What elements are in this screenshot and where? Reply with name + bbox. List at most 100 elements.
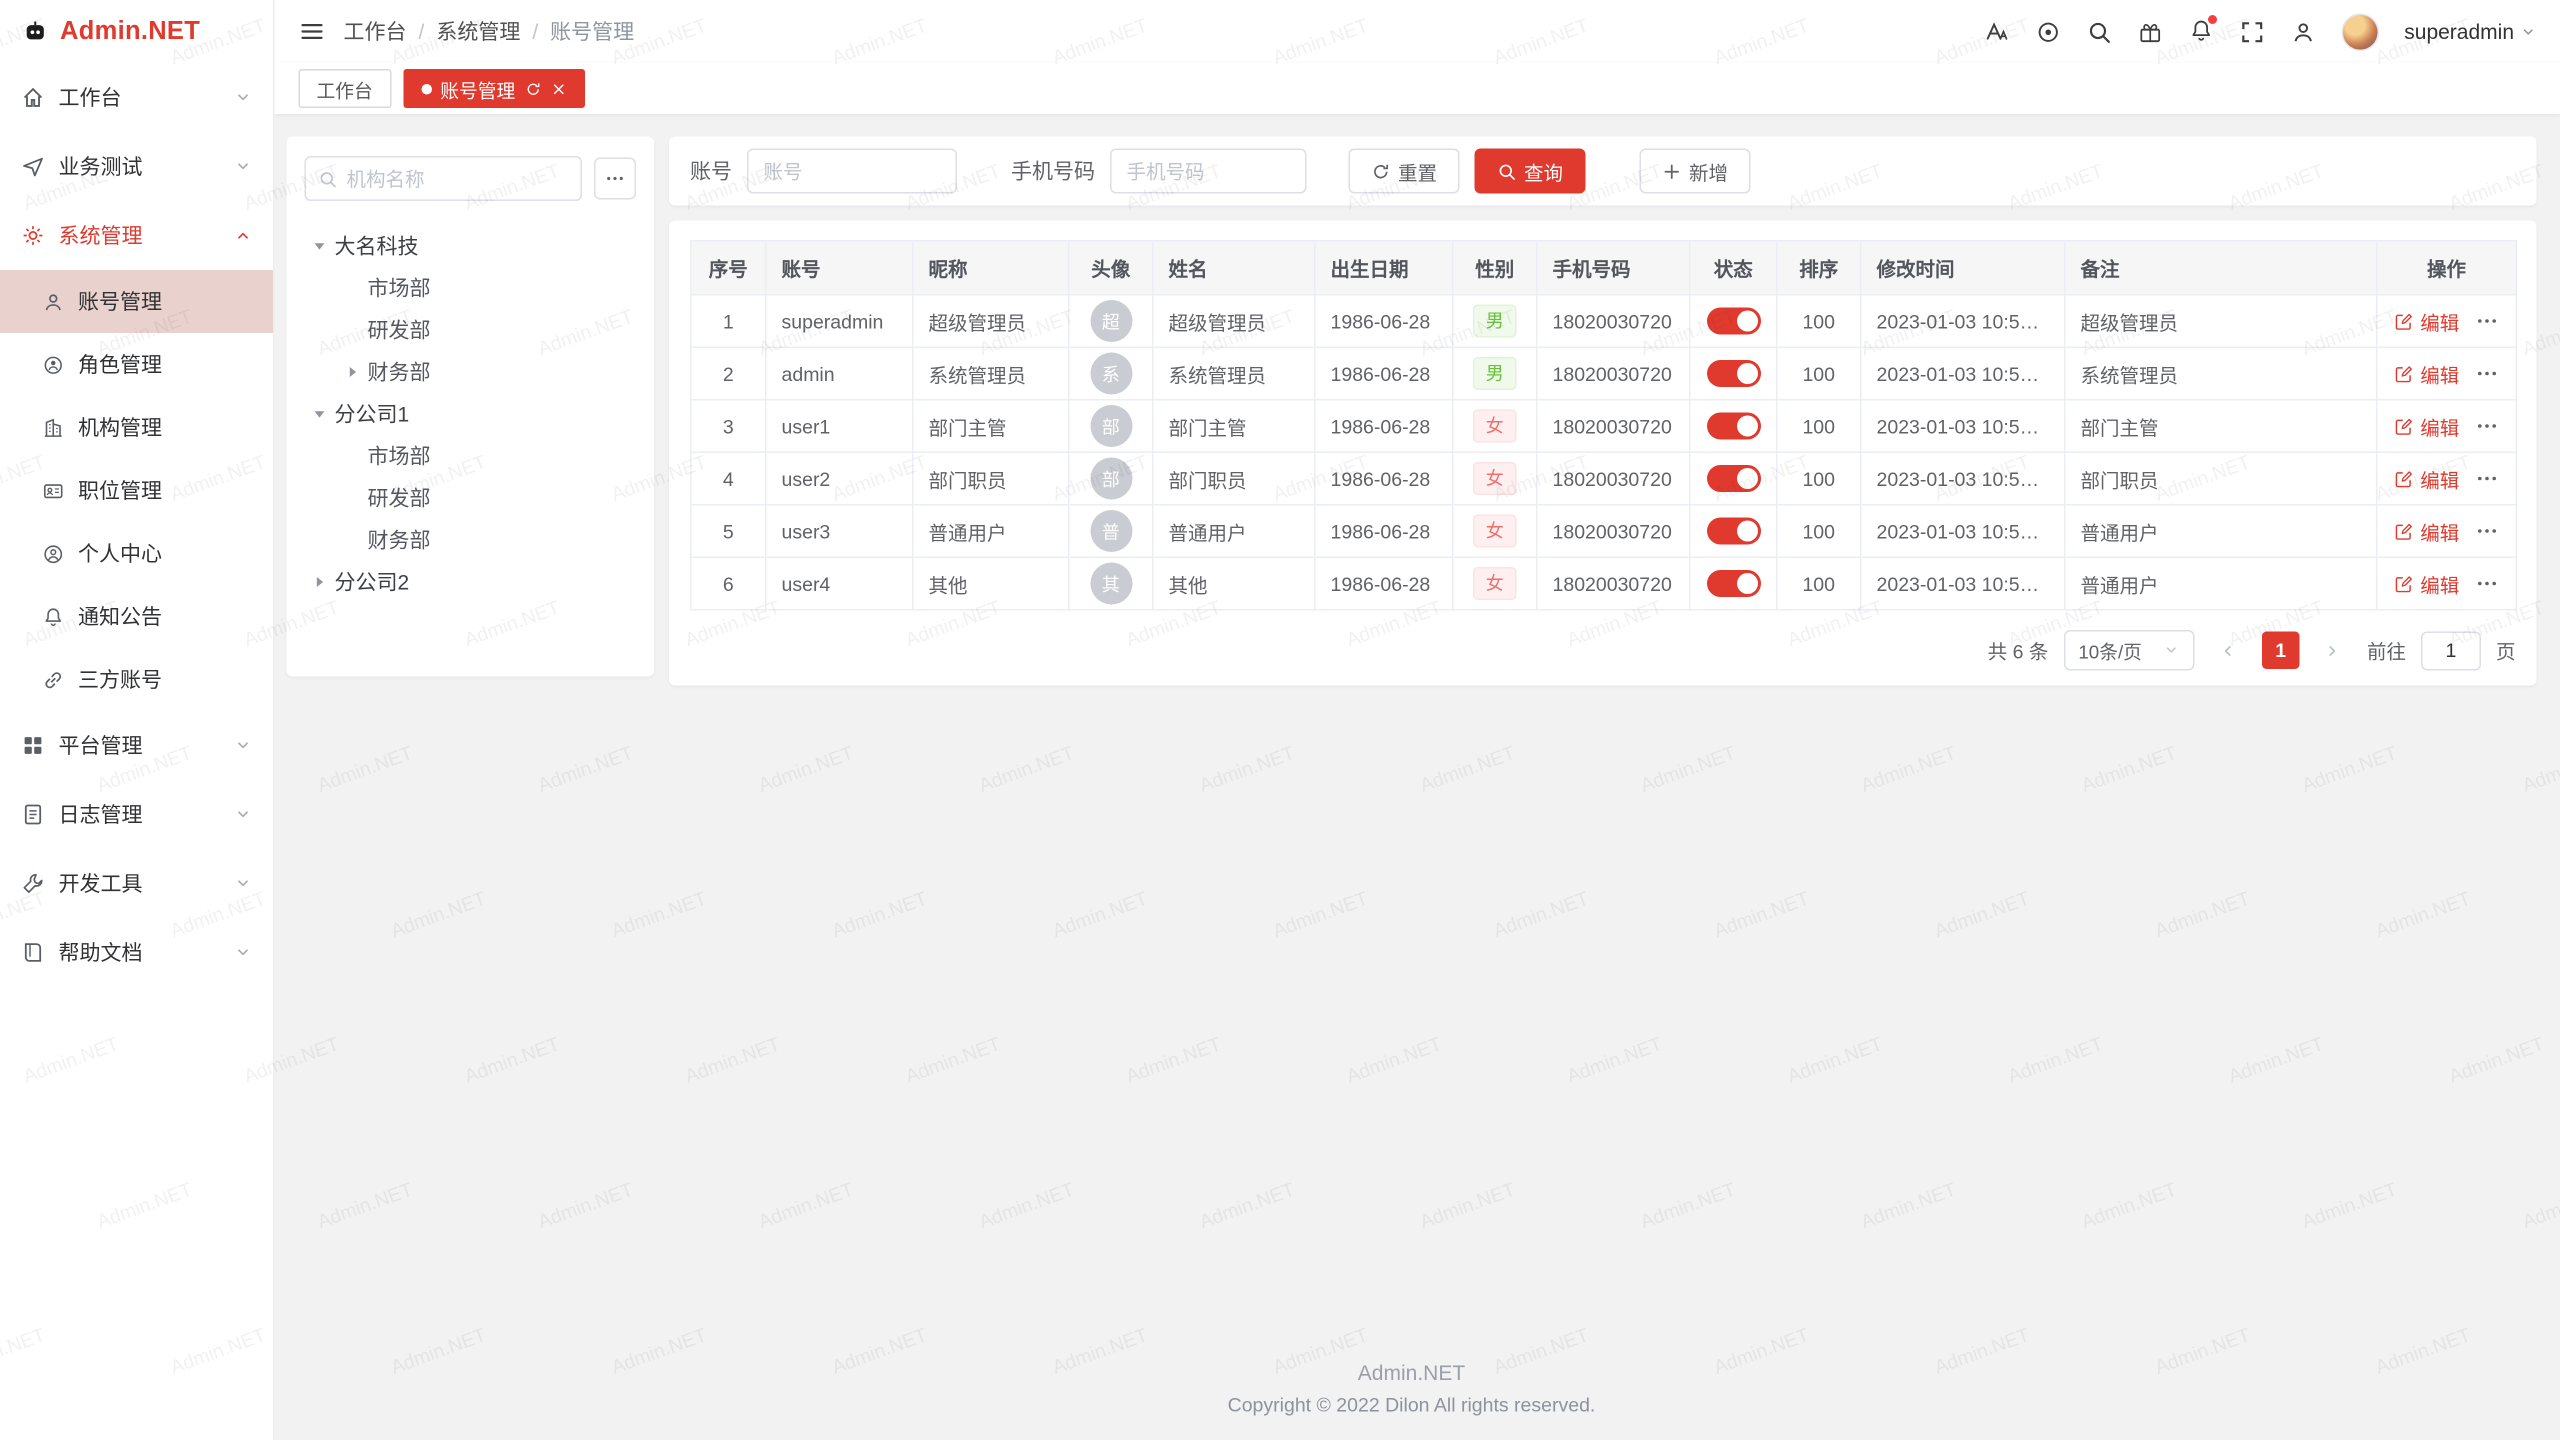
sidebar-item-system-management[interactable]: 系统管理 [0, 201, 273, 270]
status-toggle[interactable] [1706, 360, 1760, 387]
page-unit-label: 页 [2496, 636, 2516, 665]
sidebar-item-notice-announcement[interactable]: 通知公告 [0, 585, 273, 648]
sidebar-item-platform-management[interactable]: 平台管理 [0, 711, 273, 780]
status-toggle[interactable] [1706, 518, 1760, 545]
sidebar-item-business-test[interactable]: 业务测试 [0, 132, 273, 201]
column-header: 性别 [1453, 241, 1537, 295]
sidebar-item-help-docs[interactable]: 帮助文档 [0, 918, 273, 987]
fullscreen-icon[interactable] [2239, 19, 2265, 45]
sidebar-item-account-management[interactable]: 账号管理 [0, 270, 273, 333]
org-tree-node[interactable]: 大名科技 [305, 225, 637, 267]
org-tree-node[interactable]: 分公司2 [305, 561, 637, 603]
cell-nickname: 普通用户 [913, 505, 1069, 558]
app-logo[interactable]: Admin.NET [0, 0, 273, 63]
cell-avatar: 普 [1069, 505, 1153, 558]
prev-page-button[interactable] [2209, 632, 2247, 670]
edit-button[interactable]: 编辑 [2395, 359, 2460, 388]
row-more-icon[interactable] [2474, 572, 2498, 596]
gift-icon[interactable] [2137, 19, 2163, 45]
edit-button[interactable]: 编辑 [2395, 517, 2460, 546]
edit-button[interactable]: 编辑 [2395, 569, 2460, 598]
chevron-down-icon [234, 737, 252, 755]
search-button[interactable]: 查询 [1475, 149, 1586, 194]
tab-refresh-icon[interactable] [524, 80, 541, 97]
status-toggle[interactable] [1706, 308, 1760, 335]
column-header: 状态 [1690, 241, 1777, 295]
cell-account: superadmin [766, 295, 913, 348]
org-search-input[interactable] [347, 167, 569, 190]
row-actions: 编辑 [2393, 464, 2501, 493]
sidebar: Admin.NET 工作台业务测试系统管理账号管理角色管理机构管理职位管理个人中… [0, 0, 275, 1440]
org-tree-node[interactable]: 研发部 [305, 309, 637, 351]
sidebar-item-workbench[interactable]: 工作台 [0, 63, 273, 132]
cell-modified-time: 2023-01-03 10:59:44 [1861, 557, 2065, 610]
tab-workbench[interactable]: 工作台 [299, 69, 391, 108]
edit-label: 编辑 [2420, 517, 2459, 546]
caret-down-icon [311, 405, 329, 423]
edit-button[interactable]: 编辑 [2395, 464, 2460, 493]
row-avatar: 部 [1090, 458, 1132, 500]
org-tree-node[interactable]: 市场部 [305, 267, 637, 309]
row-more-icon[interactable] [2474, 309, 2498, 333]
search-icon[interactable] [2086, 19, 2112, 45]
sidebar-item-personal-center[interactable]: 个人中心 [0, 522, 273, 585]
page-footer: Admin.NET Copyright © 2022 Dilon All rig… [287, 1340, 2537, 1440]
topbar-actions: superadmin [1984, 13, 2536, 51]
theme-icon[interactable] [2035, 19, 2061, 45]
org-tree-node[interactable]: 市场部 [305, 435, 637, 477]
profile-icon[interactable] [2290, 19, 2316, 45]
user-menu[interactable]: superadmin [2404, 20, 2536, 44]
sidebar-item-third-party-account[interactable]: 三方账号 [0, 648, 273, 711]
page-size-select[interactable]: 10条/页 [2063, 630, 2194, 671]
gender-badge: 女 [1474, 410, 1516, 443]
add-button[interactable]: 新增 [1640, 149, 1751, 194]
org-tree-node[interactable]: 财务部 [305, 351, 637, 393]
column-header: 备注 [2065, 241, 2377, 295]
sidebar-item-dev-tools[interactable]: 开发工具 [0, 849, 273, 918]
status-toggle[interactable] [1706, 465, 1760, 492]
goto-page-input[interactable] [2421, 631, 2481, 670]
font-size-icon[interactable] [1984, 19, 2010, 45]
phone-input[interactable] [1110, 149, 1307, 194]
more-icon [605, 168, 626, 189]
org-tree-node[interactable]: 财务部 [305, 519, 637, 561]
next-page-button[interactable] [2314, 632, 2352, 670]
profile-icon [42, 542, 65, 565]
gender-badge: 女 [1474, 567, 1516, 600]
status-toggle[interactable] [1706, 570, 1760, 597]
avatar[interactable] [2341, 13, 2379, 51]
plus-icon [1662, 161, 1682, 181]
sidebar-item-position-management[interactable]: 职位管理 [0, 459, 273, 522]
status-toggle[interactable] [1706, 413, 1760, 440]
page-1-button[interactable]: 1 [2262, 632, 2300, 670]
row-more-icon[interactable] [2474, 467, 2498, 491]
edit-button[interactable]: 编辑 [2395, 307, 2460, 336]
sidebar-item-log-management[interactable]: 日志管理 [0, 780, 273, 849]
chevron-down-icon [234, 89, 252, 107]
org-tree-node[interactable]: 研发部 [305, 477, 637, 519]
breadcrumb-item[interactable]: 工作台 [344, 17, 407, 47]
org-tree-more-button[interactable] [594, 158, 636, 200]
cell-status [1690, 295, 1777, 348]
role-icon [42, 353, 65, 376]
app-logo-text: Admin.NET [60, 17, 200, 47]
sidebar-item-org-management[interactable]: 机构管理 [0, 396, 273, 459]
tab-account-management[interactable]: 账号管理 [403, 69, 585, 108]
breadcrumb-item[interactable]: 系统管理 [436, 17, 520, 47]
main-area: 工作台 / 系统管理 / 账号管理 superadmin [275, 0, 2560, 1440]
collapse-menu-icon[interactable] [299, 18, 326, 45]
cell-actions: 编辑 [2377, 505, 2517, 558]
reset-button[interactable]: 重置 [1349, 149, 1460, 194]
row-more-icon[interactable] [2474, 362, 2498, 386]
cell-avatar: 其 [1069, 557, 1153, 610]
row-more-icon[interactable] [2474, 519, 2498, 543]
notification-button[interactable] [2188, 18, 2214, 45]
account-input[interactable] [747, 149, 957, 194]
cell-name: 其他 [1153, 557, 1315, 610]
edit-icon [2395, 416, 2415, 436]
row-more-icon[interactable] [2474, 414, 2498, 438]
org-tree-node[interactable]: 分公司1 [305, 393, 637, 435]
sidebar-item-role-management[interactable]: 角色管理 [0, 333, 273, 396]
tab-close-icon[interactable] [550, 80, 567, 97]
edit-button[interactable]: 编辑 [2395, 412, 2460, 441]
